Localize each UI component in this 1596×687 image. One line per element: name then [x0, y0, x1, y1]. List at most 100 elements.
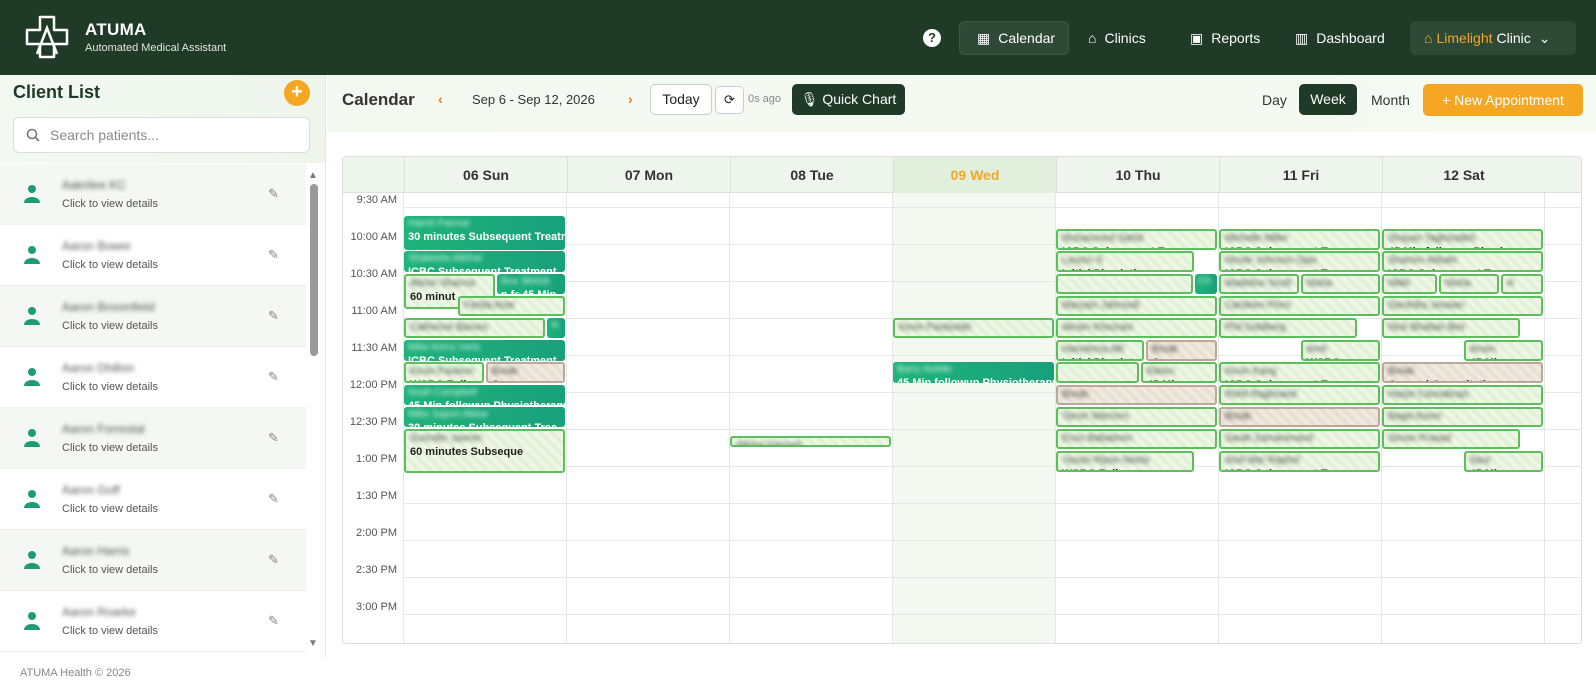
appointment-event[interactable]: Shayan Taghizadeh45 Min followup Physi: [1382, 229, 1543, 250]
view-week-tab[interactable]: Week: [1299, 84, 1357, 115]
atuma-logo[interactable]: [24, 14, 70, 60]
day-header[interactable]: 07 Mon: [567, 157, 730, 193]
appointment-event[interactable]: Harjot Cannabrazi 45 Min followup Physi: [1382, 384, 1543, 405]
prev-week-icon[interactable]: ‹: [438, 91, 443, 107]
scroll-up-icon[interactable]: ▲: [308, 170, 318, 181]
appointment-event[interactable]: [1056, 273, 1193, 294]
appointment-event[interactable]: Mike Sajeet Akbar 30 minutes Subsequent T…: [404, 406, 565, 428]
nav-reports[interactable]: ▣ Reports: [1173, 21, 1277, 55]
appointment-event[interactable]: BreakGenera: [485, 362, 565, 383]
appointment-event[interactable]: Lauren SInitial Physiothera: [1056, 251, 1195, 272]
client-list-item[interactable]: Aaron Harris Click to view details ✎: [0, 530, 306, 591]
appointment-event[interactable]: Michelle MillerICBC Subsequent Trea: [1219, 229, 1380, 250]
appointment-event[interactable]: Madeline Scott Initial Physiot: [1219, 273, 1299, 294]
appointment-event[interactable]: Athina Samuel: [730, 436, 891, 447]
appointment-event[interactable]: Eileen45 Min: [1140, 362, 1217, 383]
appointment-event[interactable]: BreakGeneral Consultation -: [1219, 406, 1380, 428]
day-header[interactable]: 06 Sun: [404, 157, 567, 193]
appointment-event[interactable]: Ariel Mar RaphelICBC Subsequent Trea: [1219, 451, 1380, 472]
day-header[interactable]: 12 Sat: [1382, 157, 1545, 193]
appointment-event[interactable]: Kevin KangICBC Subsequent Trea: [1219, 362, 1380, 383]
edit-icon[interactable]: ✎: [268, 613, 279, 629]
help-icon[interactable]: ?: [923, 29, 941, 47]
appointment-event[interactable]: Farida Azar 30 minutes: [457, 295, 565, 317]
nav-clinics[interactable]: ⌂ Clinics: [1071, 21, 1163, 55]
appointment-event[interactable]: Darshika Jeswan ICBC Subsequent Trea: [1382, 295, 1543, 317]
client-list-item[interactable]: Aaron Bower Click to view details ✎: [0, 225, 306, 286]
appointment-event[interactable]: Phil Goldberg 60 minutes Subse: [1219, 318, 1358, 339]
quick-chart-button[interactable]: 🎙 Quick Chart: [792, 84, 905, 115]
appointment-event[interactable]: Nicole Johnson OjasICBC Subsequent Trea: [1219, 251, 1380, 272]
client-list-item[interactable]: Aakritee KC Click to view details ✎: [0, 164, 306, 225]
appointment-event[interactable]: Surinder Jasmin 60 minutes Subseque: [404, 429, 565, 474]
appointment-event[interactable]: Barry Nobile45 Min followup Physiotherap…: [893, 362, 1054, 383]
nav-dashboard[interactable]: ▥ Dashboard: [1278, 21, 1402, 55]
appointment-event[interactable]: Shamim AlibahiICBC Subsequent Trea: [1382, 251, 1543, 272]
new-appointment-button[interactable]: + New Appointment: [1423, 84, 1583, 116]
appointment-event[interactable]: Arsen45 Min: [1463, 340, 1543, 361]
appointment-event[interactable]: Akram Khezrani 45 Min followup Physi: [1056, 318, 1217, 339]
appointment-event[interactable]: Nick Bhattari Bee Initial Physiothera: [1382, 318, 1521, 339]
edit-icon[interactable]: ✎: [268, 369, 279, 385]
appointment-event[interactable]: Sarah Zamanimand ICBC Subsequent Trea: [1219, 429, 1380, 450]
edit-icon[interactable]: ✎: [268, 552, 279, 568]
search-input[interactable]: [50, 127, 290, 143]
appointment-event[interactable]: Mike Kerry InetsICBC Subsequent Treatmen…: [404, 340, 565, 361]
appointment-event[interactable]: [1056, 362, 1139, 383]
today-button[interactable]: Today: [650, 84, 712, 115]
client-list-item[interactable]: Aaron Roarke Click to view details ✎: [0, 591, 306, 652]
view-day-tab[interactable]: Day: [1262, 92, 1287, 108]
day-header[interactable]: 08 Tue: [730, 157, 893, 193]
add-client-button[interactable]: +: [284, 80, 310, 106]
scroll-thumb[interactable]: [310, 184, 318, 356]
edit-icon[interactable]: ✎: [268, 491, 279, 507]
edit-icon[interactable]: ✎: [268, 430, 279, 446]
edit-icon[interactable]: ✎: [268, 186, 279, 202]
appointment-event[interactable]: Bagel Azeer 45 Min followup Physi: [1382, 406, 1543, 428]
appointment-event[interactable]: BreakGeneral Consultation -: [1056, 384, 1217, 405]
appointment-event[interactable]: Maryam Jahroodi 45 Min followup Physio: [1056, 295, 1217, 317]
appointment-event[interactable]: Mohdi 45 Min: [518, 273, 565, 294]
appointment-event[interactable]: Nisha 60 min: [1439, 273, 1499, 294]
appointment-event[interactable]: Nikki 45 Min fo: [1382, 273, 1438, 294]
appointment-event[interactable]: Muhammed SahidICBC Subsequent Trea: [1056, 229, 1217, 250]
client-list-item[interactable]: Aaron Goff Click to view details ✎: [0, 469, 306, 530]
client-list-item[interactable]: Aaron Broomfield Click to view details ✎: [0, 286, 306, 347]
day-header[interactable]: 11 Fri: [1219, 157, 1382, 193]
clinic-selector[interactable]: ⌂ Limelight Clinic ⌄: [1410, 21, 1576, 55]
appointment-event[interactable]: Kevin PaulsonWSBC Follow: [404, 362, 484, 383]
edit-icon[interactable]: ✎: [268, 308, 279, 324]
next-week-icon[interactable]: ›: [628, 91, 633, 107]
appointment-event[interactable]: A6: [1500, 273, 1543, 294]
search-box[interactable]: [13, 117, 310, 153]
scroll-down-icon[interactable]: ▼: [308, 638, 318, 649]
appointment-event[interactable]: Carsleen Pires ICBC Subsequent Trea: [1219, 295, 1380, 317]
appointment-event[interactable]: Tanvir Warriors 45 Min followup Physi: [1056, 406, 1217, 428]
client-list-item[interactable]: Aaron Forrestal Click to view details ✎: [0, 408, 306, 469]
appointment-event[interactable]: BreakGeneral Consultation -: [1382, 362, 1543, 383]
appointment-event[interactable]: Yassin Ripon NeelaWSBC Follow up -: [1056, 451, 1195, 472]
appointment-event[interactable]: Shakeela AlibhaiICBC Subsequent Treatmen…: [404, 251, 565, 272]
appointment-event[interactable]: Harnit Parmar 30 minutes Subsequent Treat…: [404, 216, 565, 250]
appointment-event[interactable]: Catherine Barnes 45 Min followup: [404, 318, 546, 339]
client-list-item[interactable]: Aaron Dhillon Click to view details ✎: [0, 347, 306, 408]
appointment-event[interactable]: Enzo Babatinen ICBC Subsequent Trea: [1056, 429, 1217, 450]
appointment-event[interactable]: N: [547, 318, 565, 339]
day-header[interactable]: 09 Wed: [893, 157, 1056, 193]
appointment-event[interactable]: BreakGenera: [1145, 340, 1217, 361]
appointment-event[interactable]: AmitWSBC: [1300, 340, 1380, 361]
edit-icon[interactable]: ✎: [268, 247, 279, 263]
appointment-event[interactable]: Ch: [1194, 273, 1217, 294]
day-header[interactable]: 10 Thu: [1056, 157, 1219, 193]
nav-calendar[interactable]: ▦ Calendar: [959, 21, 1069, 55]
appointment-event[interactable]: Rohit Raghvand 45 Min followup Physi: [1219, 384, 1380, 405]
appointment-event[interactable]: Hamdreza AlliInitial Physiot: [1056, 340, 1144, 361]
appointment-event[interactable]: Saur45 Min: [1463, 451, 1543, 472]
client-list-scrollbar[interactable]: ▲ ▼: [308, 170, 320, 652]
appointment-event[interactable]: Nisha 60 min: [1300, 273, 1380, 294]
appointment-event[interactable]: Noah Campbell 45 Min followup Physiothera…: [404, 384, 565, 405]
view-month-tab[interactable]: Month: [1371, 92, 1410, 108]
appointment-event[interactable]: Simon Prasad Initial Physiothera: [1382, 429, 1521, 450]
refresh-icon[interactable]: ⟳: [715, 86, 744, 114]
appointment-event[interactable]: Kevin Paulsotah WSBC Follow up - 12:0: [893, 318, 1054, 339]
